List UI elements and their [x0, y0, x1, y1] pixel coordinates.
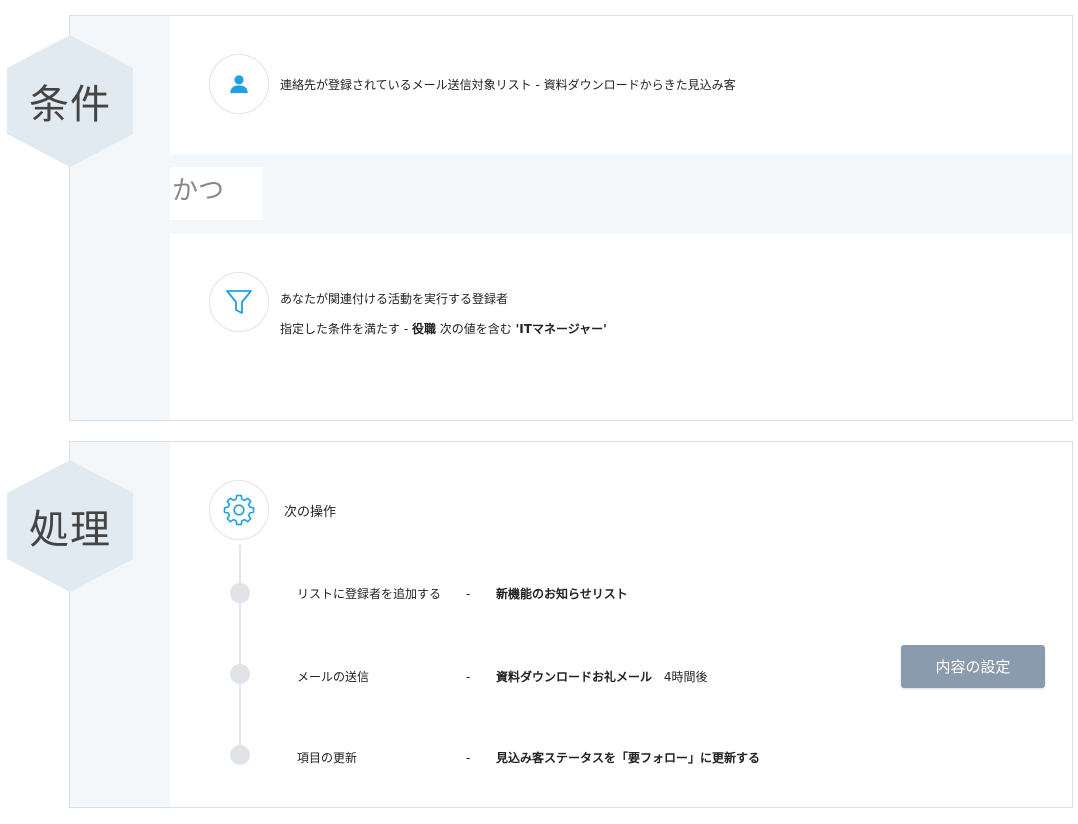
next-action-icon-wrap — [209, 480, 269, 540]
filter-condition-line1: あなたが関連付ける活動を実行する登録者 — [280, 292, 509, 306]
filter-condition-operator: 次の値を含む — [435, 322, 516, 336]
next-action-header: 次の操作 — [284, 505, 337, 520]
step-delay: 4時間後 — [663, 670, 708, 684]
step-action: リストに登録者を追加する — [297, 587, 442, 601]
step-separator: - — [466, 587, 471, 601]
filter-condition-icon-wrap — [209, 272, 269, 332]
filter-condition-value: 'ITマネージャー' — [515, 322, 607, 336]
user-icon — [230, 75, 248, 94]
filter-condition-field: 役職 — [411, 322, 436, 336]
step-separator: - — [466, 670, 471, 684]
gear-icon — [223, 494, 255, 526]
step-action: メールの送信 — [297, 670, 370, 684]
step-value: 新機能のお知らせリスト — [496, 586, 628, 602]
step-value: 見込み客ステータスを「要フォロー」に更新する — [496, 750, 760, 766]
and-label: かつ — [170, 167, 263, 220]
step-dot — [230, 664, 250, 684]
filter-condition-line2: 指定した条件を満たす - 役職 次の値を含む 'ITマネージャー' — [280, 321, 607, 337]
step-action: 項目の更新 — [297, 751, 358, 765]
step-value: 資料ダウンロードお礼メール 4時間後 — [496, 669, 707, 685]
step-separator: - — [466, 751, 471, 765]
step-value-text: 資料ダウンロードお礼メール — [496, 670, 653, 684]
filter-condition-prefix: 指定した条件を満たす - — [280, 322, 412, 336]
contact-condition-text: 連絡先が登録されているメール送信対象リスト - 資料ダウンロードからきた見込み客 — [280, 77, 736, 93]
filter-icon — [226, 290, 252, 314]
step-value-text: 見込み客ステータスを「要フォロー」に更新する — [496, 751, 761, 765]
steps-timeline-line — [239, 545, 241, 755]
contact-condition-icon-wrap — [209, 54, 269, 114]
step-dot — [230, 583, 250, 603]
step-dot — [230, 745, 250, 765]
settings-button[interactable]: 内容の設定 — [901, 645, 1045, 688]
contact-condition-text-value: 連絡先が登録されているメール送信対象リスト - 資料ダウンロードからきた見込み客 — [280, 78, 736, 92]
and-separator-band — [170, 154, 1072, 234]
step-value-text: 新機能のお知らせリスト — [496, 587, 628, 601]
